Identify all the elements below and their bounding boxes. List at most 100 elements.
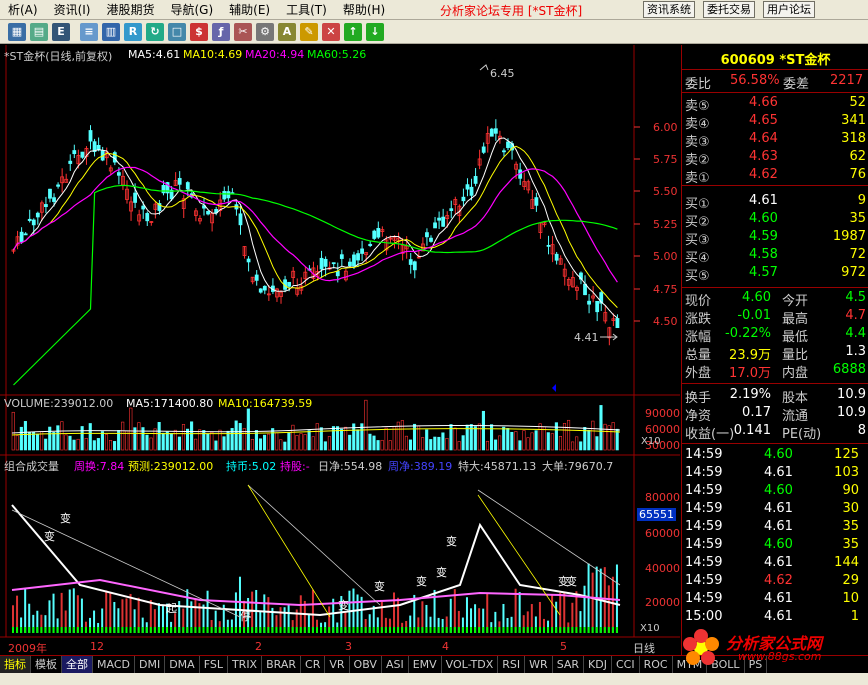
- grid-icon[interactable]: ▦: [8, 23, 26, 41]
- menu-navigate[interactable]: 导航(G): [163, 1, 222, 18]
- menu-info[interactable]: 资讯(I): [46, 1, 99, 18]
- volume-bar: [68, 435, 72, 451]
- candle-body: [226, 191, 231, 199]
- chart-area[interactable]: *ST金杯(日线,前复权) MA5:4.61 MA10:4.69 MA20:4.…: [0, 45, 680, 655]
- menu-assist[interactable]: 辅助(E): [221, 1, 278, 18]
- ind-zhoujing: 周净:389.19: [388, 460, 453, 473]
- arrow-down-icon[interactable]: ↓: [366, 23, 384, 41]
- buy-label: 买①: [685, 197, 710, 212]
- tab-rsi[interactable]: RSI: [498, 656, 526, 673]
- volume-bar: [498, 435, 502, 451]
- indicator-base-bar: [320, 627, 323, 633]
- etf-icon[interactable]: E: [52, 23, 70, 41]
- pencil-icon[interactable]: ✎: [300, 23, 318, 41]
- menu-analysis[interactable]: 析(A): [0, 1, 46, 18]
- menu-hk-futures[interactable]: 港股期货: [98, 1, 162, 18]
- kline-chart[interactable]: [0, 45, 680, 655]
- tab-sar[interactable]: SAR: [553, 656, 585, 673]
- indicator-base-bar: [579, 627, 582, 633]
- candle-body: [31, 219, 36, 226]
- volume-bar: [153, 428, 157, 451]
- stat-label: 涨幅: [685, 330, 712, 345]
- tab-dmi[interactable]: DMI: [135, 656, 166, 673]
- ind-unit: X10: [640, 623, 660, 634]
- indicator-base-bar: [303, 627, 306, 633]
- delete-icon[interactable]: ✕: [322, 23, 340, 41]
- indicator-base-bar: [226, 627, 229, 633]
- indicator-base-bar: [48, 627, 51, 633]
- list-icon[interactable]: ≡: [80, 23, 98, 41]
- tab-asi[interactable]: ASI: [382, 656, 409, 673]
- indicator-base-bar: [40, 627, 43, 633]
- indicator-base-bar: [72, 627, 75, 633]
- x-label-period: 日线: [633, 642, 655, 655]
- text-icon[interactable]: A: [278, 23, 296, 41]
- tab-指标[interactable]: 指标: [0, 656, 31, 673]
- vol-unit: X10: [641, 436, 661, 447]
- candle-body: [206, 211, 210, 215]
- indicator-name: 组合成交量: [4, 460, 59, 473]
- tab-cr[interactable]: CR: [301, 656, 326, 673]
- rsi-icon[interactable]: R: [124, 23, 142, 41]
- volume-bar: [530, 432, 534, 451]
- indicator-base-bar: [311, 627, 314, 633]
- indicator-bar: [186, 589, 189, 633]
- indicator-base-bar: [376, 627, 379, 633]
- stat-label: 流通: [782, 409, 809, 424]
- volume-bar: [226, 430, 230, 451]
- arrow-up-icon[interactable]: ↑: [344, 23, 362, 41]
- tab-wr[interactable]: WR: [525, 656, 553, 673]
- tab-vr[interactable]: VR: [325, 656, 350, 673]
- indicator-base-bar: [28, 627, 31, 633]
- tab-roc[interactable]: ROC: [640, 656, 673, 673]
- tools-icon[interactable]: ✂: [234, 23, 252, 41]
- indicator-base-bar: [490, 627, 493, 633]
- volume-bar: [380, 439, 384, 451]
- info-system-button[interactable]: 资讯系统: [643, 1, 695, 18]
- candle-body: [615, 318, 620, 329]
- indicator-bar: [105, 590, 108, 633]
- indicator-base-bar: [421, 627, 424, 633]
- refresh-icon[interactable]: ↻: [146, 23, 164, 41]
- indicator-base-bar: [530, 627, 533, 633]
- price-tick: 5.75: [653, 153, 678, 166]
- tab-dma[interactable]: DMA: [165, 656, 200, 673]
- high-price-label: 6.45: [490, 67, 515, 80]
- tab-brar[interactable]: BRAR: [262, 656, 302, 673]
- kline-icon[interactable]: ▥: [102, 23, 120, 41]
- volume-bar: [56, 425, 60, 451]
- forum-button[interactable]: 用户论坛: [763, 1, 815, 18]
- formula-icon[interactable]: ƒ: [212, 23, 230, 41]
- indicator-base-bar: [372, 627, 375, 633]
- tab-trix[interactable]: TRIX: [228, 656, 263, 673]
- settings-icon[interactable]: ⚙: [256, 23, 274, 41]
- tab-macd[interactable]: MACD: [93, 656, 135, 673]
- indicator-base-bar: [506, 627, 509, 633]
- dollar-icon[interactable]: $: [190, 23, 208, 41]
- indicator-base-bar: [52, 627, 55, 633]
- buy-volume: 1987: [832, 229, 866, 244]
- trade-button[interactable]: 委托交易: [703, 1, 755, 18]
- price-tick: 6.00: [653, 121, 678, 134]
- volume-bar: [429, 439, 433, 451]
- chart-icon[interactable]: ▤: [30, 23, 48, 41]
- tab-fsl[interactable]: FSL: [200, 656, 228, 673]
- tab-全部[interactable]: 全部: [62, 656, 93, 673]
- indicator-base-bar: [36, 627, 39, 633]
- tab-obv[interactable]: OBV: [350, 656, 382, 673]
- window-icon[interactable]: □: [168, 23, 186, 41]
- volume-bar: [303, 434, 307, 451]
- tab-vol-tdx[interactable]: VOL-TDX: [442, 656, 499, 673]
- tab-kdj[interactable]: KDJ: [584, 656, 612, 673]
- candle-body: [441, 216, 446, 227]
- tab-模板[interactable]: 模板: [31, 656, 62, 673]
- menu-tools[interactable]: 工具(T): [278, 1, 335, 18]
- tick-time: 14:59: [685, 537, 723, 552]
- candle-body: [116, 172, 121, 176]
- volume-bar: [522, 430, 526, 451]
- tab-cci[interactable]: CCI: [612, 656, 640, 673]
- volume-bar: [92, 440, 96, 451]
- volume-bar: [84, 437, 88, 451]
- tab-emv[interactable]: EMV: [409, 656, 442, 673]
- menu-help[interactable]: 帮助(H): [335, 1, 393, 18]
